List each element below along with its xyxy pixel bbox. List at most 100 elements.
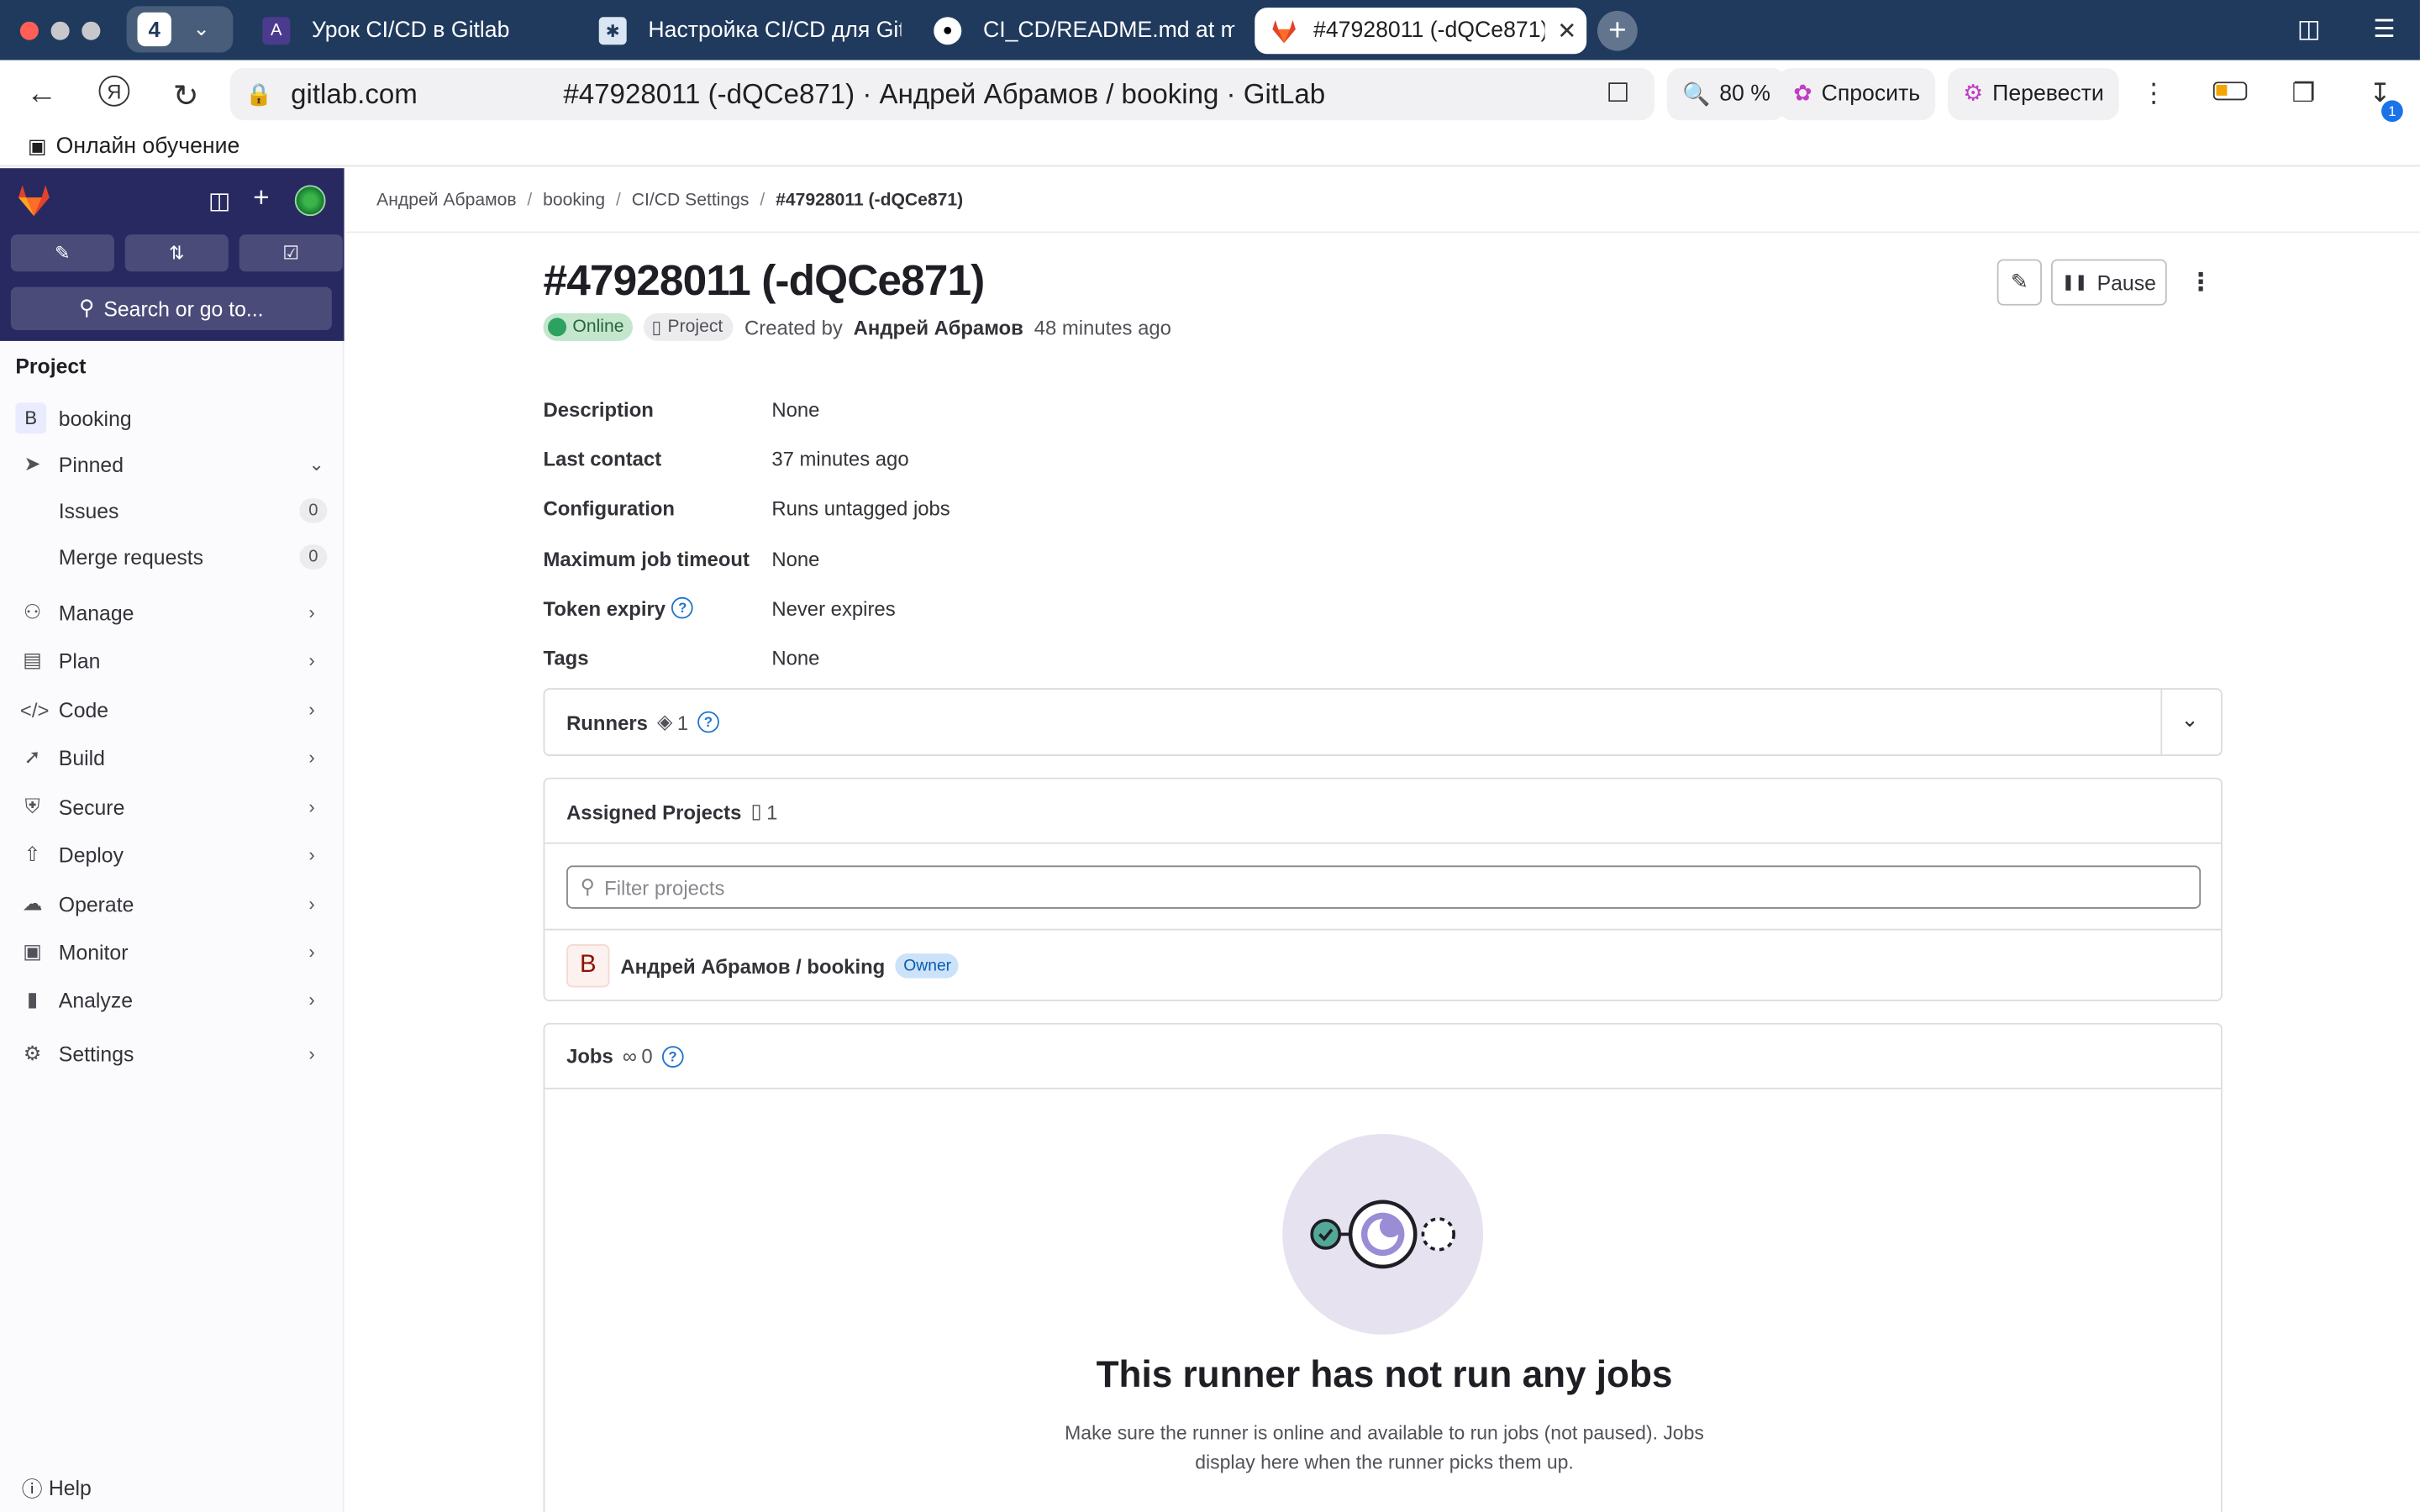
collections-icon[interactable]: ◫ (2297, 14, 2321, 45)
edit-button[interactable]: ✎ (1996, 259, 2042, 306)
menu-icon[interactable]: ☰ (2373, 14, 2395, 45)
minimize-window-button[interactable] (50, 20, 70, 39)
question-icon[interactable]: ? (697, 711, 719, 733)
bookmark-online-learning[interactable]: ▣ Онлайн обучение (28, 134, 239, 159)
browser-tab-1[interactable]: A Урок CI/CD в Gitlab (262, 8, 571, 54)
breadcrumb-current[interactable]: #47928011 (-dQCe871) (776, 191, 963, 209)
zoom-icon: 🔍 (1682, 82, 1711, 108)
detail-row: Maximum job timeout None (544, 543, 1470, 575)
sidebar-item-label: Pinned (58, 453, 124, 476)
status-label: Online (572, 318, 624, 337)
sidebar-item-label: Deploy (58, 843, 124, 867)
detail-row: Token expiry ? Never expires (544, 592, 1470, 623)
yandex-icon[interactable]: Я (98, 75, 130, 107)
question-icon[interactable]: ? (661, 1045, 684, 1068)
close-window-button[interactable] (19, 20, 39, 39)
chevron-down-icon: ⌄ (192, 17, 210, 40)
expand-chevron-icon[interactable]: ⌄ (2181, 706, 2199, 732)
browser-tab-bar: 4 ⌄ A Урок CI/CD в Gitlab ✱ Настройка CI… (0, 0, 2420, 60)
browser-tab-3[interactable]: ● CI_CD/README.md at ma (934, 8, 1234, 54)
new-tab-button[interactable]: + (1597, 10, 1638, 51)
sidebar-item-manage[interactable]: ⚇ Manage › (0, 591, 345, 633)
breadcrumb-project[interactable]: booking (543, 191, 605, 209)
create-new-icon[interactable]: + (253, 182, 269, 215)
translate-button[interactable]: ⚙ Перевести (1947, 67, 2120, 121)
tab-count: 4 (137, 12, 171, 47)
bookmark-icon[interactable]: ☐ (1607, 79, 1630, 110)
search-button[interactable]: ⚲ Search or go to... (10, 286, 332, 331)
ask-icon: ✿ (1793, 81, 1812, 107)
help-button[interactable]: ⓘ Help (22, 1472, 92, 1503)
chevron-right-icon: › (308, 989, 315, 1011)
tab-title: #47928011 (-dQCe871) (1313, 18, 1545, 44)
pencil-icon: ✎ (2010, 270, 2028, 293)
created-prefix: Created by (744, 315, 843, 339)
search-icon: ⚲ (580, 874, 596, 898)
sidebar-item-issues[interactable]: Issues 0 (0, 489, 345, 532)
assigned-issues-button[interactable]: ✎ (10, 234, 114, 272)
project-avatar: B (15, 402, 47, 434)
url-host: gitlab.com (291, 77, 418, 109)
token-expiry-label: Token expiry (543, 596, 666, 620)
assigned-projects-title: Assigned Projects (566, 800, 742, 823)
battery-icon[interactable] (2212, 81, 2248, 101)
sidebar-item-analyze[interactable]: ▮ Analyze › (0, 978, 345, 1021)
maximize-window-button[interactable] (82, 20, 101, 39)
close-tab-icon[interactable]: ✕ (1557, 17, 1576, 45)
pause-button[interactable]: ❚❚ Pause (2050, 259, 2167, 306)
sidepanel-icon[interactable]: ❐ (2291, 79, 2315, 110)
chevron-right-icon: › (308, 746, 315, 769)
sidebar-item-operate[interactable]: ☁ Operate › (0, 883, 345, 926)
chevron-right-icon: › (308, 699, 315, 721)
url-field[interactable]: 🔒 gitlab.com #47928011 (-dQCe871) · Андр… (229, 67, 1655, 121)
assigned-count-value: 1 (766, 800, 778, 823)
sidebar-item-pinned[interactable]: ➤ Pinned ⌄ (0, 443, 345, 486)
gear-icon: ⚙ (23, 1041, 42, 1065)
breadcrumb-user[interactable]: Андрей Абрамов (376, 191, 516, 209)
created-by-user[interactable]: Андрей Абрамов (854, 316, 1023, 339)
more-actions-icon[interactable]: ⋮ (2188, 267, 2212, 298)
todo-button[interactable]: ☑ (239, 234, 343, 272)
sidebar-item-label: Merge requests (58, 545, 204, 569)
sidebar-item-settings[interactable]: ⚙ Settings › (0, 1032, 345, 1075)
browser-tab-4-active[interactable]: #47928011 (-dQCe871) ✕ (1255, 8, 1587, 55)
project-icon: ▯ (750, 799, 762, 822)
assigned-projects-header: Assigned Projects ▯ 1 (566, 799, 777, 823)
sidebar-item-deploy[interactable]: ⇧ Deploy › (0, 833, 345, 876)
toggle-sidebar-icon[interactable]: ◫ (208, 186, 230, 214)
ask-button[interactable]: ✿ Спросить (1777, 67, 1936, 121)
mr-count-badge: 0 (299, 544, 328, 570)
filter-projects-input[interactable]: ⚲ Filter projects (566, 865, 2202, 909)
gitlab-logo-icon[interactable] (15, 184, 52, 218)
sidebar-item-monitor[interactable]: ▣ Monitor › (0, 931, 345, 974)
sidebar-item-project[interactable]: B booking (0, 396, 345, 439)
chevron-right-icon: › (308, 893, 315, 916)
zoom-indicator[interactable]: 🔍 80 % (1666, 67, 1786, 121)
tab-counter-button[interactable]: 4 ⌄ (126, 6, 234, 53)
sidebar-item-secure[interactable]: ⛨ Secure › (0, 785, 345, 828)
user-avatar[interactable] (294, 185, 326, 217)
empty-state-title: This runner has not run any jobs (1096, 1354, 1673, 1397)
sidebar-item-build[interactable]: ➚ Build › (0, 736, 345, 779)
sidebar-item-label: Monitor (58, 940, 129, 964)
merge-requests-button[interactable]: ⇅ (124, 234, 229, 272)
owner-badge: Owner (896, 953, 960, 979)
sidebar-item-plan[interactable]: ▤ Plan › (0, 638, 345, 681)
runners-count: ◈ 1 (657, 710, 688, 734)
breadcrumb-cicd-settings[interactable]: CI/CD Settings (632, 191, 750, 209)
pipeline-icon: ∞ (622, 1044, 637, 1068)
sidebar-header: ◫ + ✎ ⇅ ☑ ⚲ Search or go to... (0, 168, 345, 341)
browser-tab-2[interactable]: ✱ Настройка CI/CD для Gitl (598, 8, 902, 54)
cloud-icon: ☁ (22, 891, 43, 916)
project-link[interactable]: Андрей Абрамов / booking (620, 954, 885, 978)
back-icon[interactable]: ← (26, 77, 57, 113)
sidebar-item-merge-requests[interactable]: Merge requests 0 (0, 535, 345, 578)
more-options-icon[interactable]: ⋮ (2141, 79, 2167, 110)
chevron-right-icon: › (308, 601, 315, 624)
reload-icon[interactable]: ↻ (173, 77, 199, 116)
runners-card: Runners ◈ 1 ? ⌄ (543, 688, 2223, 756)
search-label: Search or go to... (103, 297, 264, 321)
sidebar-item-code[interactable]: </> Code › (0, 688, 345, 731)
sidebar-item-label: booking (58, 406, 132, 430)
question-icon[interactable]: ? (671, 596, 694, 619)
